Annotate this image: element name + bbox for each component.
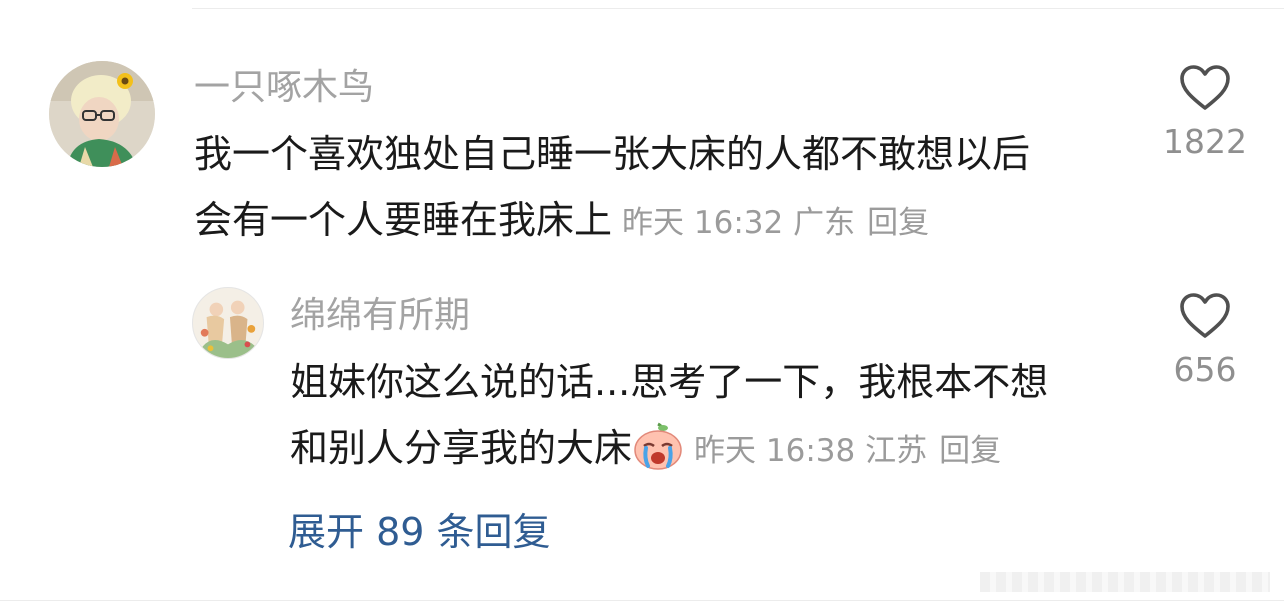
reply-time: 昨天 16:38 bbox=[694, 433, 856, 469]
comment-body[interactable]: 我一个喜欢独处自己睡一张大床的人都不敢想以后 会有一个人要睡在我床上 昨天 16:… bbox=[194, 121, 1134, 256]
reply-like-count: 656 bbox=[1173, 350, 1237, 389]
bottom-divider bbox=[0, 600, 1284, 601]
commenter-username[interactable]: 一只啄木鸟 bbox=[194, 68, 374, 108]
replier-avatar[interactable] bbox=[192, 287, 264, 359]
crying-peach-emoji-icon bbox=[634, 422, 682, 470]
comment-meta: 昨天 16:32 广东 回复 bbox=[622, 205, 929, 241]
reply-body[interactable]: 姐妹你这么说的话...思考了一下，我根本不想 和别人分享我的大床 昨天 16:3… bbox=[290, 349, 1150, 484]
heart-outline-icon bbox=[1180, 65, 1230, 110]
comment-time: 昨天 16:32 bbox=[622, 205, 784, 241]
like-count: 1822 bbox=[1163, 122, 1247, 161]
reply-text-line-2: 和别人分享我的大床 昨天 16:38 江苏 回复 bbox=[290, 415, 1150, 484]
replier-username[interactable]: 绵绵有所期 bbox=[290, 296, 470, 336]
reply-text-line-1: 姐妹你这么说的话...思考了一下，我根本不想 bbox=[290, 360, 1049, 404]
reply-text-line-2-content: 和别人分享我的大床 bbox=[290, 426, 633, 470]
watermark bbox=[980, 572, 1270, 592]
like-button[interactable]: 1822 bbox=[1150, 64, 1260, 160]
reply-meta: 昨天 16:38 江苏 回复 bbox=[694, 433, 1001, 469]
user-avatar-sunflower-icon bbox=[49, 61, 155, 167]
commenter-avatar[interactable] bbox=[49, 61, 155, 167]
heart-outline-icon bbox=[1180, 293, 1230, 338]
reply-like-button[interactable]: 656 bbox=[1150, 292, 1260, 388]
comment-text-line-1: 我一个喜欢独处自己睡一张大床的人都不敢想以后 bbox=[194, 132, 1031, 176]
expand-replies-link[interactable]: 展开 89 条回复 bbox=[288, 510, 551, 554]
comment-text-line-2: 会有一个人要睡在我床上 昨天 16:32 广东 回复 bbox=[194, 187, 1134, 256]
top-divider bbox=[192, 8, 1284, 9]
user-avatar-illustration-icon bbox=[193, 288, 263, 358]
reply-button[interactable]: 回复 bbox=[867, 205, 929, 241]
comment-thread: 一只啄木鸟 我一个喜欢独处自己睡一张大床的人都不敢想以后 会有一个人要睡在我床上… bbox=[0, 0, 1284, 611]
comment-location: 广东 bbox=[793, 205, 856, 241]
reply-reply-button[interactable]: 回复 bbox=[939, 433, 1001, 469]
comment-text-line-2-content: 会有一个人要睡在我床上 bbox=[194, 198, 613, 242]
reply-location: 江苏 bbox=[865, 433, 928, 469]
